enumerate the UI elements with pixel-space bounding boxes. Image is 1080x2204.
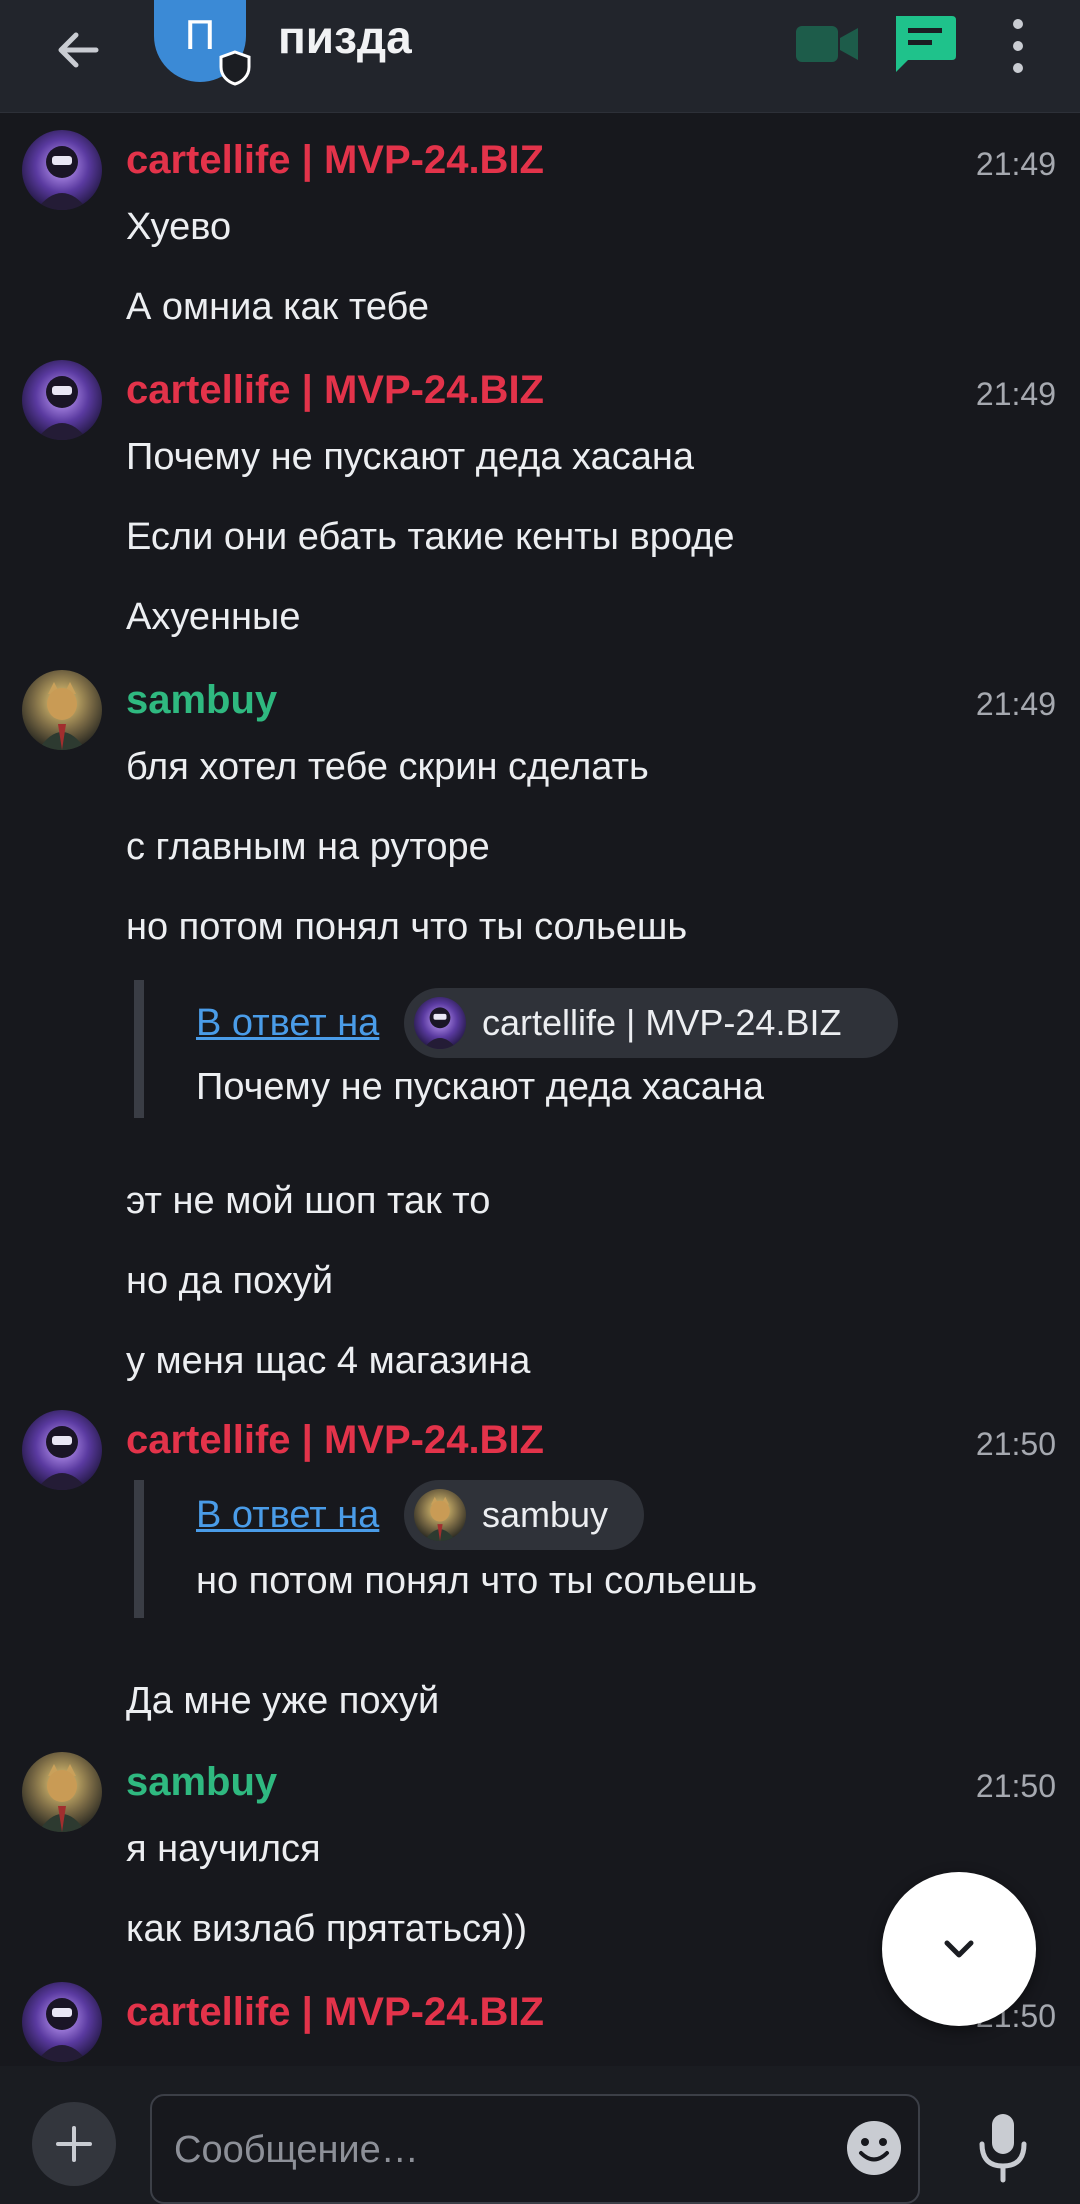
avatar[interactable] xyxy=(22,670,102,750)
scroll-to-bottom-button[interactable] xyxy=(882,1872,1036,2026)
plus-icon xyxy=(56,2126,92,2162)
message-text: но потом понял что ты сольешь xyxy=(126,906,688,948)
message-time: 21:49 xyxy=(975,686,1056,722)
chat-avatar[interactable]: П xyxy=(154,0,251,86)
threads-icon[interactable] xyxy=(888,10,960,76)
message-text: Почему не пускают деда хасана xyxy=(126,436,694,478)
avatar[interactable] xyxy=(22,130,102,210)
avatar[interactable] xyxy=(22,360,102,440)
reply-link[interactable]: В ответ на xyxy=(196,1494,379,1537)
message-time: 21:49 xyxy=(975,146,1056,182)
reply-link[interactable]: В ответ на xyxy=(196,1002,379,1045)
reply-user-name: sambuy xyxy=(482,1494,609,1535)
avatar[interactable] xyxy=(22,1982,102,2062)
message-text: как визлаб прятаться)) xyxy=(126,1908,528,1950)
reply-user-name: cartellife | MVP-24.BIZ xyxy=(482,1002,842,1043)
avatar[interactable] xyxy=(22,1752,102,1832)
reply-user-chip[interactable]: sambuy xyxy=(404,1480,644,1550)
reply-text: но потом понял что ты сольешь xyxy=(196,1560,758,1602)
message-text: Если они ебать такие кенты вроде xyxy=(126,516,735,558)
reply-text: Почему не пускают деда хасана xyxy=(196,1066,764,1108)
chat-header: П пизда xyxy=(0,0,1080,113)
message-text: я научился xyxy=(126,1828,321,1870)
shield-icon xyxy=(219,50,251,86)
reply-quote[interactable]: В ответ на sambuy но потом понял что ты … xyxy=(134,1480,944,1618)
message-text: бля хотел тебе скрин сделать xyxy=(126,746,649,788)
message-composer xyxy=(0,2066,1080,2204)
avatar xyxy=(414,1489,466,1541)
message-text: с главным на руторе xyxy=(126,826,490,868)
message-author[interactable]: cartellife | MVP-24.BIZ xyxy=(126,368,544,413)
message-author[interactable]: sambuy xyxy=(126,1760,277,1805)
message-author[interactable]: cartellife | MVP-24.BIZ xyxy=(126,1418,544,1463)
message-author[interactable]: cartellife | MVP-24.BIZ xyxy=(126,138,544,183)
message-author[interactable]: cartellife | MVP-24.BIZ xyxy=(126,1990,544,2035)
chevron-down-icon xyxy=(944,1940,974,1958)
message-text: эт не мой шоп так то xyxy=(126,1180,491,1222)
avatar xyxy=(414,997,466,1049)
message-author[interactable]: sambuy xyxy=(126,678,277,723)
microphone-icon[interactable] xyxy=(972,2110,1034,2184)
message-text: А омниа как тебе xyxy=(126,286,429,328)
emoji-icon[interactable] xyxy=(844,2118,904,2178)
message-time: 21:50 xyxy=(975,1426,1056,1462)
chat-avatar-letter: П xyxy=(184,11,216,58)
message-input[interactable] xyxy=(172,2114,776,2186)
chat-title[interactable]: пизда xyxy=(278,10,412,64)
more-options-icon[interactable] xyxy=(998,10,1038,76)
reply-user-chip[interactable]: cartellife | MVP-24.BIZ xyxy=(404,988,898,1058)
message-input-box[interactable] xyxy=(150,2094,920,2204)
message-text: Хуево xyxy=(126,206,232,248)
message-text: Да мне уже похуй xyxy=(126,1680,440,1722)
message-text: но да похуй xyxy=(126,1260,334,1302)
back-arrow-icon[interactable] xyxy=(46,18,110,82)
video-call-icon[interactable] xyxy=(792,10,864,76)
message-time: 21:50 xyxy=(975,1768,1056,1804)
attach-button[interactable] xyxy=(32,2102,116,2186)
message-time: 21:49 xyxy=(975,376,1056,412)
avatar[interactable] xyxy=(22,1410,102,1490)
reply-quote[interactable]: В ответ на cartellife | MVP-24.BIZ Почем… xyxy=(134,980,944,1118)
message-text: Ахуенные xyxy=(126,596,301,638)
message-text: у меня щас 4 магазина xyxy=(126,1340,531,1382)
